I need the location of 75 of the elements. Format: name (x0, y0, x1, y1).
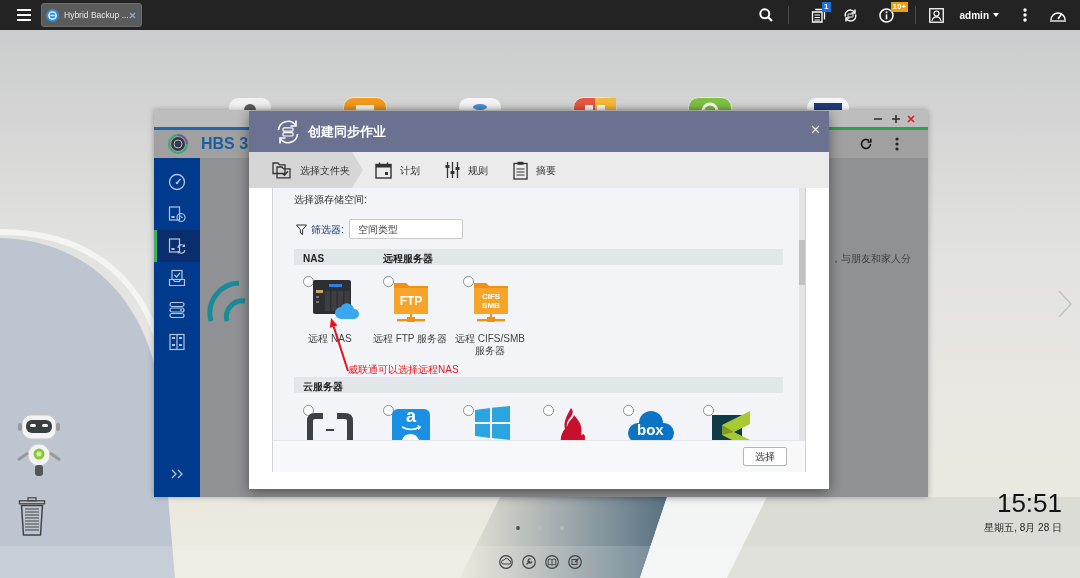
radio-button[interactable] (703, 405, 714, 416)
filter-icon (296, 223, 307, 235)
server-stack-icon (168, 301, 186, 319)
option-label: 远程 CIFS/SMB 服务器 (454, 333, 526, 357)
logo-text: a (406, 407, 416, 425)
scrollbar-thumb[interactable] (799, 240, 805, 285)
book-icon[interactable] (544, 555, 559, 569)
more-icon[interactable] (895, 137, 899, 151)
windows-logo-icon (472, 406, 512, 440)
count-badge: 10+ (890, 1, 909, 12)
option-label: 远程 FTP 服务器 (372, 333, 448, 345)
radio-button[interactable] (623, 405, 634, 416)
filter-field[interactable]: 空间类型 (348, 219, 463, 239)
filter-label: 筛选器: (311, 222, 344, 237)
close-icon[interactable] (907, 114, 915, 123)
cabinet-icon (168, 333, 186, 351)
brackets-logo-icon (307, 413, 353, 440)
user-icon[interactable] (928, 7, 944, 23)
maximize-icon[interactable] (892, 114, 900, 123)
radio-button[interactable] (463, 276, 474, 287)
refresh-icon[interactable] (860, 138, 872, 150)
logo-text: FTP (399, 294, 423, 308)
double-chevron-icon[interactable] (171, 469, 183, 479)
logo-text: box (637, 422, 664, 438)
app-title: HBS 3 (201, 135, 249, 153)
caret-icon (993, 13, 999, 17)
count-badge: 1 (821, 2, 831, 12)
close-icon[interactable] (128, 11, 136, 19)
trash-icon[interactable] (17, 497, 47, 536)
gauge-icon (168, 173, 186, 191)
sync-icon[interactable] (842, 7, 858, 23)
section-title: 云服务器 (303, 381, 343, 392)
user-menu-button[interactable]: admin (959, 7, 999, 23)
step-tab[interactable]: 摘要 (501, 152, 569, 188)
section-title: NAS (303, 253, 325, 264)
wrench-icon[interactable] (521, 555, 536, 569)
logo-text: CIFS (481, 292, 501, 301)
app-shortcut-icon[interactable] (228, 97, 272, 110)
logo-text: SMB (482, 301, 500, 310)
sync-storage-icon (275, 118, 301, 145)
select-button[interactable]: 选择 (743, 447, 787, 466)
radio-button[interactable] (383, 276, 394, 287)
app-icon (46, 8, 59, 22)
sliders-icon (445, 161, 460, 179)
edit-icon[interactable] (567, 555, 582, 569)
search-icon[interactable] (758, 8, 773, 22)
app-shortcut-icon[interactable] (806, 97, 850, 110)
cloud-icon[interactable] (498, 555, 513, 569)
step-tab[interactable]: 计划 (363, 152, 433, 188)
section-title: 远程服务器 (383, 253, 433, 264)
content-text: ，与朋友和家人分 (831, 253, 911, 265)
calendar-icon (375, 161, 392, 179)
app-tab[interactable]: Hybrid Backup ... (41, 3, 142, 27)
radio-button[interactable] (463, 405, 474, 416)
step-tab[interactable]: 选择文件夹 (249, 152, 363, 188)
clock-time: 15:51 (996, 489, 1062, 517)
info-icon[interactable] (878, 7, 894, 23)
more-icon[interactable] (1023, 8, 1027, 22)
clipboard-icon (513, 160, 528, 180)
tray-check-icon (168, 269, 186, 287)
monitor-clock-icon (168, 205, 186, 223)
radio-button[interactable] (303, 405, 314, 416)
monitor-sync-icon (168, 237, 186, 255)
radio-button[interactable] (543, 405, 554, 416)
menu-icon[interactable] (17, 9, 31, 21)
prompt-text: 选择源存储空间: (294, 194, 367, 206)
step-tab[interactable]: 规则 (433, 152, 501, 188)
folders-icon (272, 161, 292, 179)
nas-device-icon (311, 280, 359, 320)
app-logo-icon (168, 134, 188, 154)
clock-date: 星期五, 8月 28 日 (984, 522, 1062, 534)
notes-icon[interactable] (810, 7, 826, 23)
sidebar-item[interactable] (154, 230, 200, 262)
dialog-title: 创建同步作业 (308, 123, 386, 140)
annotation-text: 威联通可以选择远程NAS (348, 364, 459, 376)
